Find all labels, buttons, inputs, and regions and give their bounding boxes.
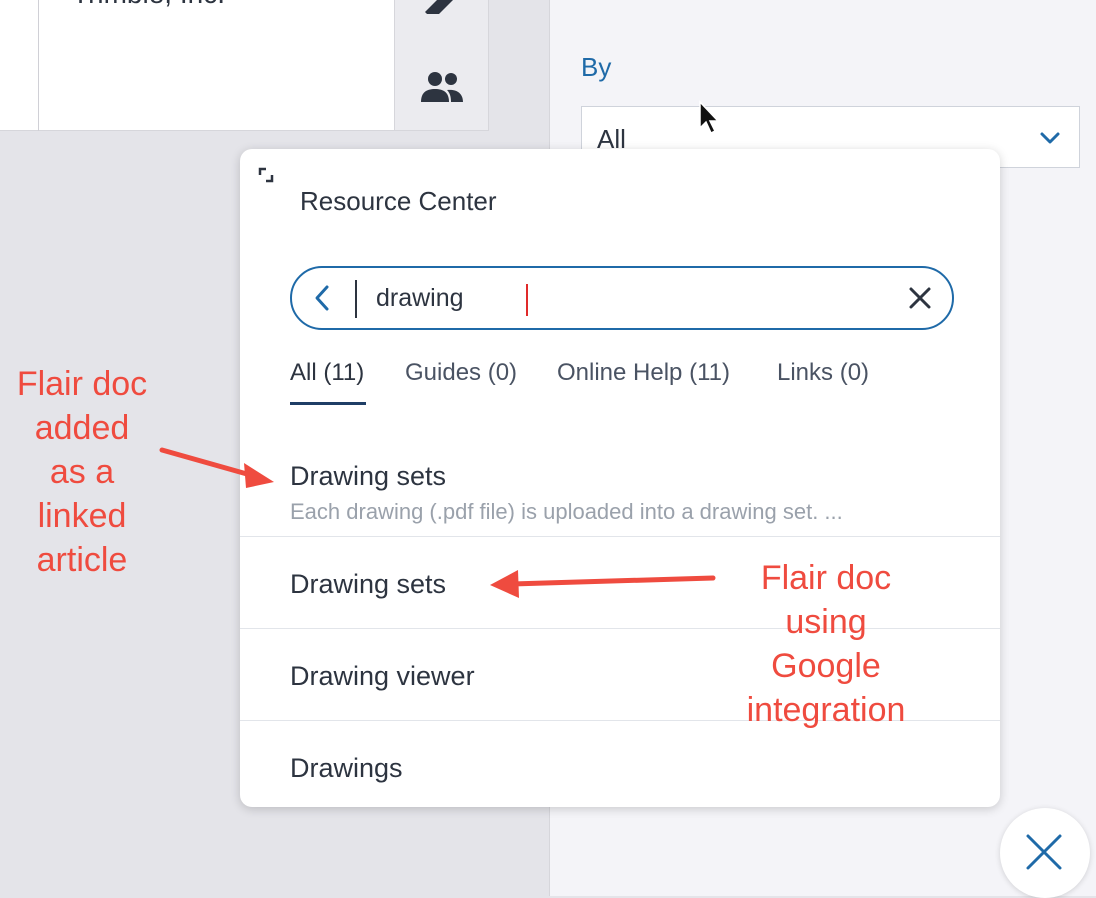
annotation-line: using	[785, 603, 867, 641]
tab-all[interactable]: All (11)	[290, 359, 364, 387]
search-separator	[355, 280, 357, 318]
result-item[interactable]: Drawing sets Each drawing (.pdf file) is…	[240, 439, 1000, 537]
result-description: Each drawing (.pdf file) is uploaded int…	[290, 499, 843, 524]
result-title: Drawing viewer	[290, 661, 475, 691]
result-title: Drawing sets	[290, 569, 447, 599]
people-icon[interactable]	[419, 70, 465, 104]
tab-guides[interactable]: Guides (0)	[405, 359, 517, 387]
company-card: Trimble, Inc.	[0, 0, 395, 131]
close-icon	[1026, 834, 1062, 870]
close-icon[interactable]	[908, 286, 932, 310]
text-caret	[526, 284, 528, 316]
annotation-right: Flair doc using Google integration	[730, 556, 922, 732]
annotation-line: integration	[746, 691, 906, 729]
result-title: Drawings	[290, 753, 403, 783]
result-item[interactable]: Drawings	[240, 721, 1000, 807]
annotation-left: Flair doc added as a linked article	[0, 362, 164, 582]
company-name: Trimble, Inc.	[72, 0, 225, 10]
close-resource-center-button[interactable]	[1000, 808, 1090, 898]
resource-center-title: Resource Center	[300, 186, 497, 216]
expand-icon[interactable]	[258, 167, 278, 187]
active-tab-indicator	[290, 402, 366, 405]
annotation-line: added	[34, 409, 130, 447]
chevron-left-icon[interactable]	[312, 284, 332, 312]
result-title: Drawing sets	[290, 461, 447, 491]
tab-online-help[interactable]: Online Help (11)	[557, 359, 730, 387]
search-input[interactable]	[376, 278, 896, 318]
annotation-line: article	[36, 541, 128, 579]
card-divider	[38, 0, 39, 131]
mouse-cursor-icon	[699, 100, 720, 135]
annotation-line: Google	[771, 647, 881, 685]
annotation-line: as a	[49, 453, 115, 491]
annotation-line: Flair doc	[16, 365, 148, 403]
pencil-icon[interactable]	[421, 0, 461, 14]
tab-links[interactable]: Links (0)	[777, 359, 869, 387]
by-label: By	[581, 52, 612, 82]
annotation-line: linked	[37, 497, 127, 535]
chevron-down-icon	[1040, 132, 1060, 144]
action-icon-column	[395, 0, 489, 131]
search-bar	[290, 266, 954, 330]
annotation-line: Flair doc	[760, 559, 892, 597]
